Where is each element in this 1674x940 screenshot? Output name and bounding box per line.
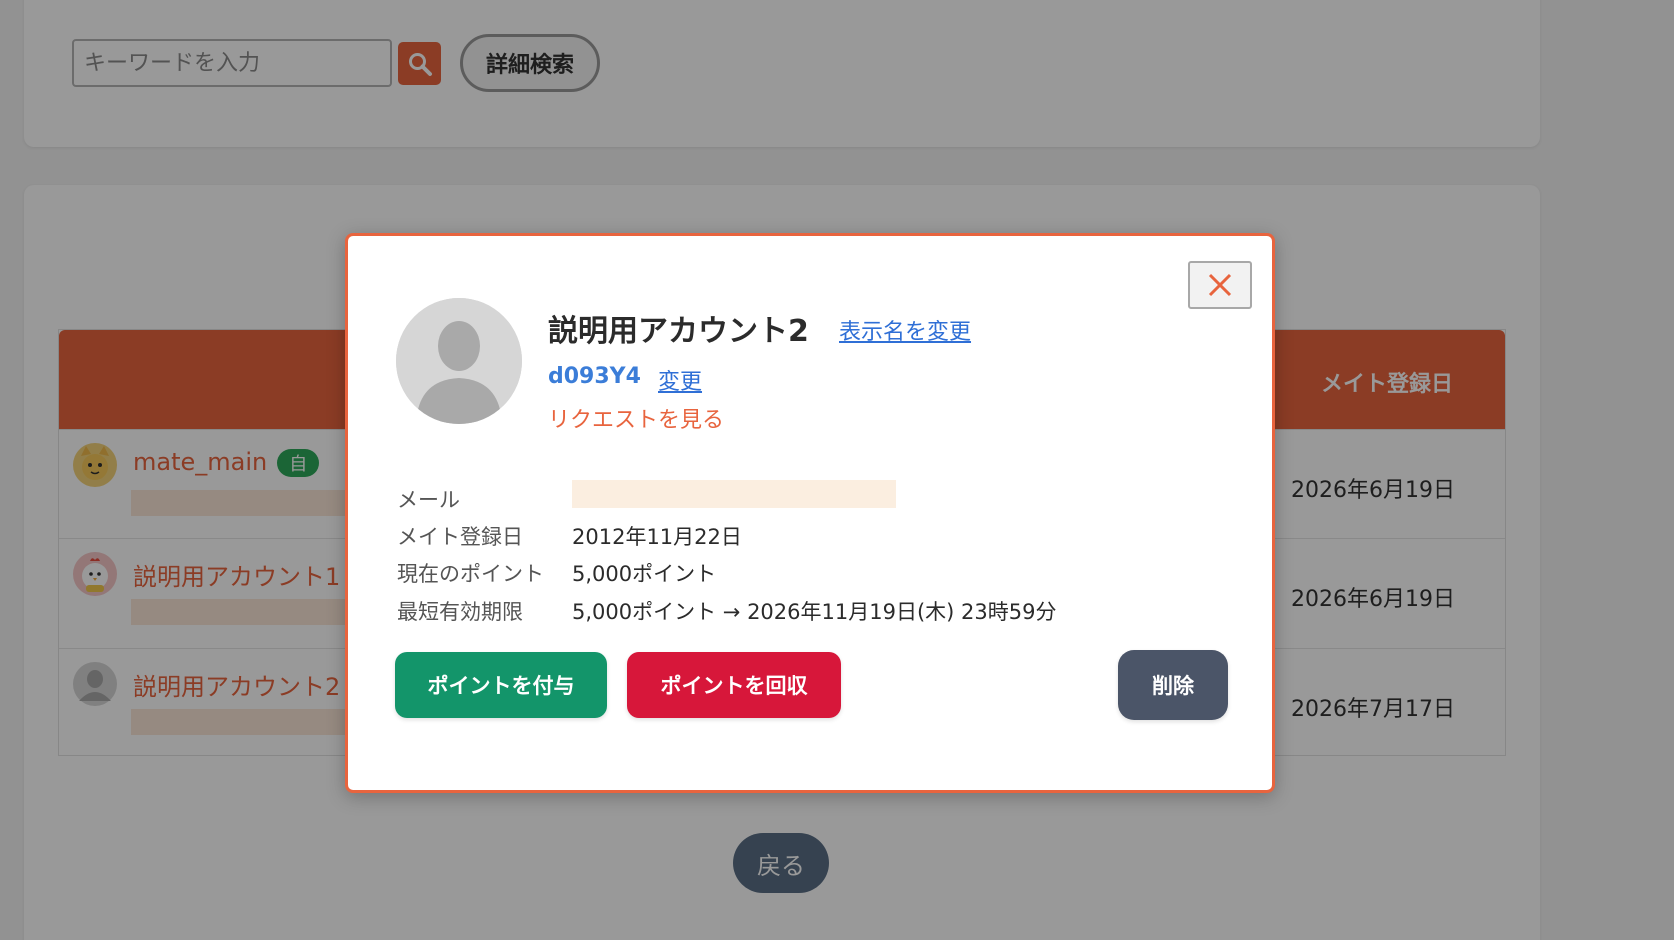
member-display-name: 説明用アカウント2	[548, 314, 809, 349]
expiry-label: 最短有効期限	[397, 600, 523, 624]
revoke-points-button[interactable]: ポイントを回収	[627, 652, 841, 718]
view-requests-link[interactable]: リクエストを見る	[548, 402, 724, 434]
expiry-value: 5,000ポイント → 2026年11月19日(木) 23時59分	[572, 600, 1057, 624]
registered-date-value: 2012年11月22日	[572, 525, 742, 549]
change-id-link[interactable]: 変更	[658, 364, 702, 396]
email-label: メール	[397, 488, 460, 512]
email-value-redacted	[572, 480, 896, 508]
close-icon	[1208, 273, 1232, 297]
member-id: d093Y4	[548, 364, 641, 389]
grant-points-button[interactable]: ポイントを付与	[395, 652, 607, 718]
delete-button[interactable]: 削除	[1118, 650, 1228, 720]
close-button[interactable]	[1188, 261, 1252, 309]
default-avatar-icon	[396, 298, 522, 424]
current-points-value: 5,000ポイント	[572, 562, 717, 586]
member-detail-modal: 説明用アカウント2 表示名を変更 d093Y4 変更 リクエストを見る メール …	[345, 233, 1275, 793]
change-display-name-link[interactable]: 表示名を変更	[839, 314, 971, 346]
registered-date-label: メイト登録日	[397, 525, 523, 549]
current-points-label: 現在のポイント	[397, 562, 544, 586]
